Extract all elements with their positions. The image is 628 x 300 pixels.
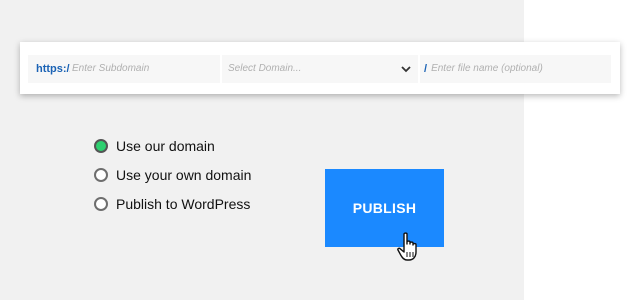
option-use-your-own-domain[interactable]: Use your own domain [94,160,251,189]
domain-select-placeholder: Select Domain... [228,63,302,74]
publish-button[interactable]: PUBLISH [325,169,444,247]
radio-button[interactable] [94,196,108,211]
url-fields: https:// Enter Subdomain Select Domain..… [28,55,628,83]
path-separator: / [420,55,430,83]
radio-button[interactable] [94,167,108,182]
option-publish-to-wordpress[interactable]: Publish to WordPress [94,189,251,218]
filename-input[interactable]: Enter file name (optional) [429,55,612,83]
protocol-label: https:// [28,55,73,83]
radio-button[interactable] [94,138,108,153]
chevron-down-icon [401,66,411,73]
option-label: Use your own domain [116,166,252,183]
url-bar: https:// Enter Subdomain Select Domain..… [20,42,620,94]
subdomain-input[interactable]: Enter Subdomain [70,55,220,83]
publish-options: Use our domain Use your own domain Publi… [94,131,251,218]
option-label: Use our domain [116,137,215,154]
domain-select[interactable]: Select Domain... [222,55,418,83]
hand-pointer-icon [397,232,417,261]
option-use-our-domain[interactable]: Use our domain [94,131,251,160]
option-label: Publish to WordPress [116,195,251,212]
